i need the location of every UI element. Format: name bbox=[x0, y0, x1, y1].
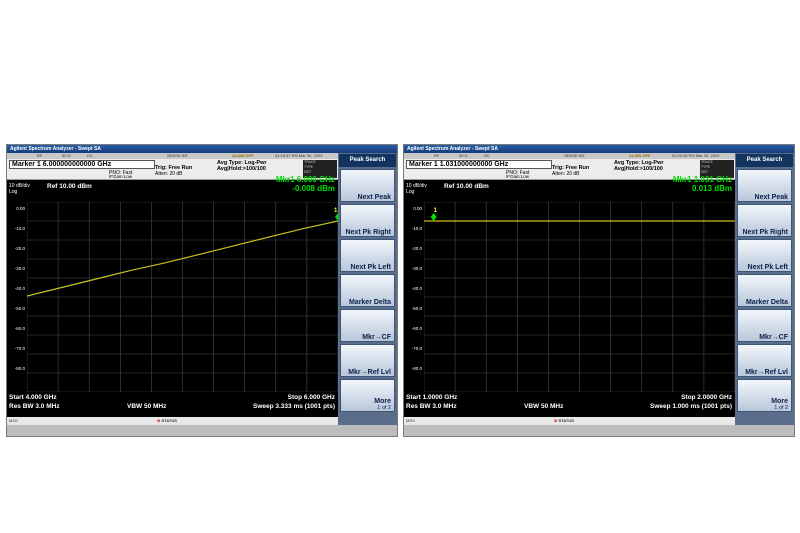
y-label: -30.0 bbox=[411, 266, 422, 271]
trace-display[interactable]: 10 dB/div Log Ref 10.00 dBm Mkr1 6.000 G… bbox=[7, 175, 338, 417]
marker-number: 1 bbox=[434, 208, 438, 214]
y-label: -80.0 bbox=[411, 366, 422, 371]
ifgain-setting: IFGain:Low bbox=[506, 174, 530, 179]
window-title: Agilent Spectrum Analyzer - Swept SA bbox=[7, 145, 397, 153]
next-peak-button[interactable]: Next Peak bbox=[340, 169, 395, 202]
ref-level: Ref 10.00 dBm bbox=[444, 183, 489, 190]
y-label: -50.0 bbox=[411, 306, 422, 311]
y-label: 0.00 bbox=[16, 206, 25, 211]
next-pk-left-button[interactable]: Next Pk Left bbox=[340, 239, 395, 272]
ifgain-setting: IFGain:Low bbox=[109, 174, 133, 179]
softkey-menu-title: Peak Search bbox=[339, 154, 396, 167]
y-label: -20.0 bbox=[411, 246, 422, 251]
mkr-to-cf-button[interactable]: Mkr→CF bbox=[340, 309, 395, 342]
y-label: -70.0 bbox=[14, 346, 25, 351]
start-freq: Start 1.0000 GHz bbox=[406, 394, 458, 401]
stop-freq: Stop 2.0000 GHz bbox=[681, 394, 732, 401]
y-label: -60.0 bbox=[411, 326, 422, 331]
more-button[interactable]: More 1 of 2 bbox=[340, 379, 395, 412]
message-bar: MSG ⊘ STATUS bbox=[404, 417, 735, 425]
status-icon: ⊘ bbox=[554, 418, 558, 423]
spectrum-analyzer-window-right: Agilent Spectrum Analyzer - Swept SA RF … bbox=[403, 144, 795, 437]
bezel bbox=[7, 425, 397, 436]
avg-hold-setting: Avg|Hold:>100/100 bbox=[614, 166, 663, 172]
window-title: Agilent Spectrum Analyzer - Swept SA bbox=[404, 145, 794, 153]
mkr-to-cf-button[interactable]: Mkr→CF bbox=[737, 309, 792, 342]
mkr-to-ref-lvl-button[interactable]: Mkr→Ref Lvl bbox=[340, 344, 395, 377]
softkey-panel: Peak Search Next Peak Next Pk Right Next… bbox=[735, 153, 794, 425]
bezel bbox=[404, 425, 794, 436]
next-pk-right-button[interactable]: Next Pk Right bbox=[340, 204, 395, 237]
y-label: -60.0 bbox=[14, 326, 25, 331]
mkr-to-ref-lvl-button[interactable]: Mkr→Ref Lvl bbox=[737, 344, 792, 377]
stop-freq: Stop 6.000 GHz bbox=[287, 394, 335, 401]
next-peak-button[interactable]: Next Peak bbox=[737, 169, 792, 202]
status-label: ⊘ STATUS bbox=[554, 418, 574, 423]
marker-delta-button[interactable]: Marker Delta bbox=[340, 274, 395, 307]
vbw: VBW 50 MHz bbox=[127, 403, 167, 410]
next-pk-left-button[interactable]: Next Pk Left bbox=[737, 239, 792, 272]
sweep-time: Sweep 3.333 ms (1001 pts) bbox=[252, 403, 335, 410]
status-label: ⊘ STATUS bbox=[157, 418, 177, 423]
marker-delta-button[interactable]: Marker Delta bbox=[737, 274, 792, 307]
vbw: VBW 50 MHz bbox=[524, 403, 564, 410]
marker-frequency-field[interactable]: Marker 1 6.000000000000 GHz bbox=[9, 160, 155, 169]
start-freq: Start 4.000 GHz bbox=[9, 394, 57, 401]
sweep-time: Sweep 1.000 ms (1001 pts) bbox=[649, 403, 732, 410]
graticule: 1 bbox=[27, 202, 338, 392]
more-button[interactable]: More 1 of 2 bbox=[737, 379, 792, 412]
marker-amp-readout: 0.013 dBm bbox=[691, 184, 732, 193]
avg-hold-setting: Avg|Hold:>100/100 bbox=[217, 166, 266, 172]
res-bw: Res BW 3.0 MHz bbox=[9, 403, 60, 410]
message-bar: MSG ⊘ STATUS bbox=[7, 417, 338, 425]
log-label: Log bbox=[9, 189, 18, 195]
marker-frequency-field[interactable]: Marker 1 1.031000000000 GHz bbox=[406, 160, 552, 169]
y-label: -30.0 bbox=[14, 266, 25, 271]
msg-label: MSG bbox=[9, 418, 19, 423]
y-label: -80.0 bbox=[14, 366, 25, 371]
msg-label: MSG bbox=[406, 418, 416, 423]
marker-freq-readout: Mkr1 6.000 GHz bbox=[275, 175, 335, 184]
y-label: 0.00 bbox=[413, 206, 422, 211]
log-label: Log bbox=[406, 189, 415, 195]
marker-diamond-icon bbox=[430, 213, 437, 221]
ref-level: Ref 10.00 dBm bbox=[47, 183, 92, 190]
atten-setting: Atten: 20 dB bbox=[155, 171, 183, 177]
y-label: -10.0 bbox=[411, 226, 422, 231]
softkey-panel: Peak Search Next Peak Next Pk Right Next… bbox=[338, 153, 397, 425]
res-bw: Res BW 3.0 MHz bbox=[406, 403, 457, 410]
trace-display[interactable]: 10 dB/div Log Ref 10.00 dBm Mkr1 1.031 G… bbox=[404, 175, 735, 417]
y-label: -50.0 bbox=[14, 306, 25, 311]
y-label: -40.0 bbox=[14, 286, 25, 291]
y-label: -40.0 bbox=[411, 286, 422, 291]
graticule: 1 bbox=[424, 202, 735, 392]
y-label: -10.0 bbox=[14, 226, 25, 231]
next-pk-right-button[interactable]: Next Pk Right bbox=[737, 204, 792, 237]
atten-setting: Atten: 20 dB bbox=[552, 171, 580, 177]
marker-amp-readout: -0.008 dBm bbox=[292, 184, 335, 193]
status-icon: ⊘ bbox=[157, 418, 161, 423]
softkey-menu-title: Peak Search bbox=[736, 154, 793, 167]
spectrum-analyzer-window-left: Agilent Spectrum Analyzer - Swept SA RF … bbox=[6, 144, 398, 437]
y-label: -70.0 bbox=[411, 346, 422, 351]
y-label: -20.0 bbox=[14, 246, 25, 251]
marker-freq-readout: Mkr1 1.031 GHz bbox=[672, 175, 732, 184]
